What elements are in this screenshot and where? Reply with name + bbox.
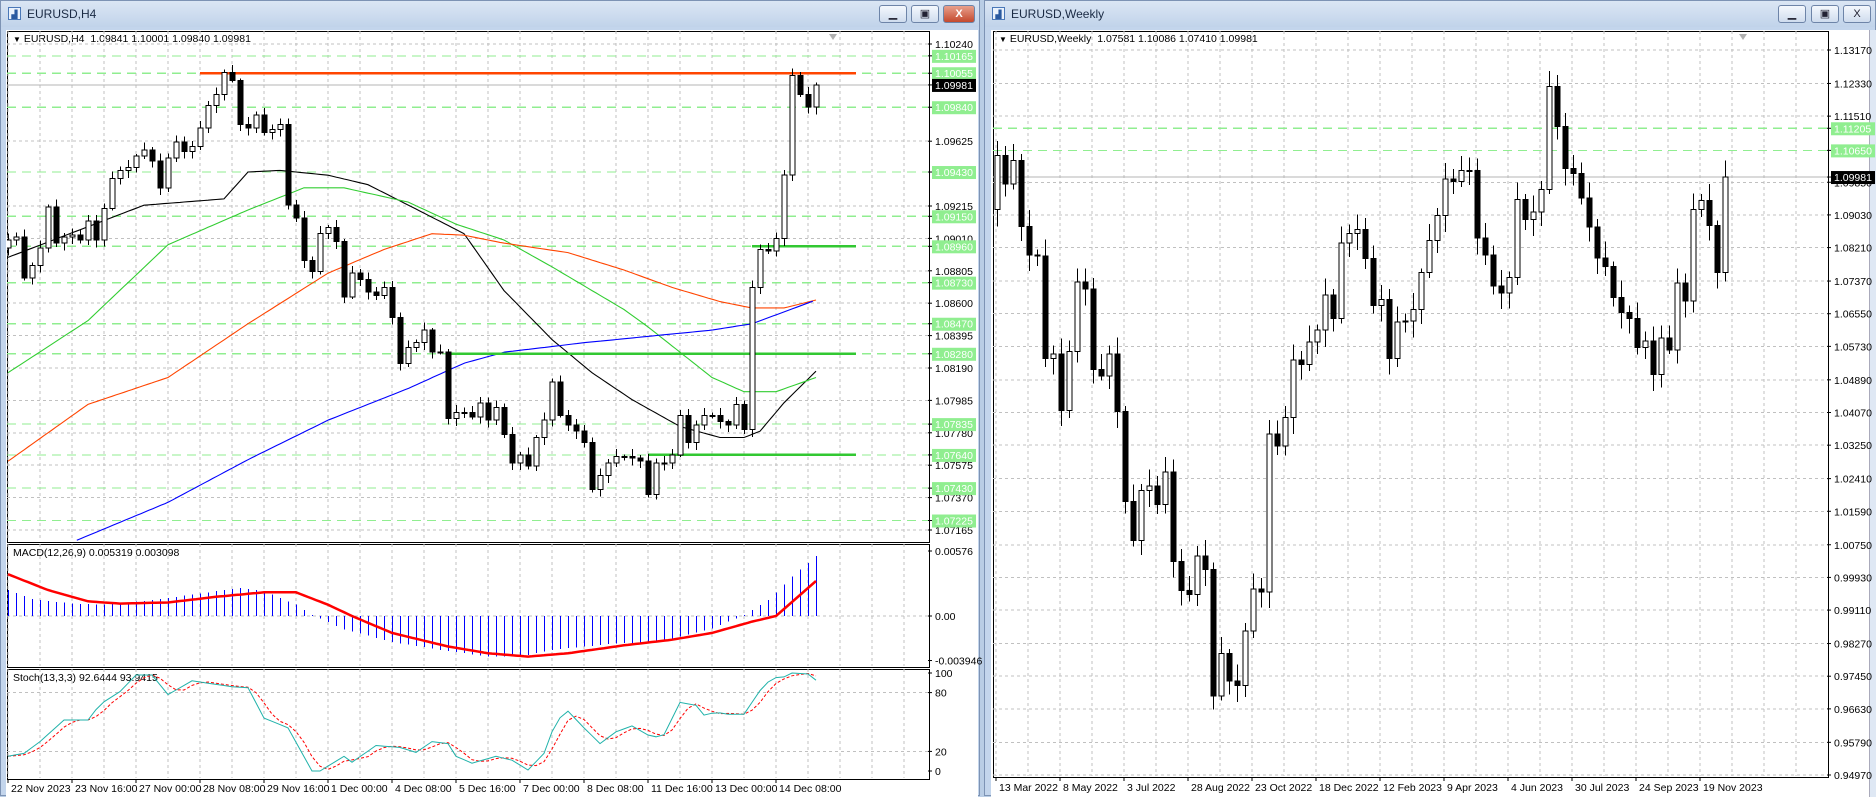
chart-window-icon: ▟ — [992, 7, 1005, 20]
chart-window-icon: ▟ — [8, 7, 21, 20]
h4-chart-window[interactable]: ▟ EURUSD,H4 ▁ ▣ X ▼ EURUSD,H4 1.09841 1.… — [0, 0, 980, 797]
restore-button[interactable]: ▣ — [1811, 5, 1839, 23]
minimize-button[interactable]: ▁ — [1778, 5, 1806, 23]
h4-legend: ▼ EURUSD,H4 1.09841 1.10001 1.09840 1.09… — [13, 33, 251, 45]
h4-symbol: EURUSD,H4 — [23, 33, 85, 45]
restore-button[interactable]: ▣ — [911, 5, 939, 23]
close-button[interactable]: X — [943, 5, 975, 23]
weekly-chart-window[interactable]: ▟ EURUSD,Weekly ▁ ▣ X ▼ EURUSD,Weekly 1.… — [984, 0, 1876, 797]
weekly-symbol: EURUSD,Weekly — [1009, 33, 1092, 45]
weekly-ohlc: 1.07581 1.10086 1.07410 1.09981 — [1097, 33, 1258, 45]
weekly-legend: ▼ EURUSD,Weekly 1.07581 1.10086 1.07410 … — [999, 33, 1258, 45]
weekly-scrollbar[interactable] — [1869, 30, 1876, 797]
weekly-title-bar[interactable]: ▟ EURUSD,Weekly ▁ ▣ X — [985, 1, 1875, 27]
collapse-arrow-icon[interactable]: ▼ — [999, 35, 1007, 44]
weekly-window-title: EURUSD,Weekly — [1011, 7, 1105, 21]
close-button[interactable]: X — [1843, 5, 1871, 23]
macd-legend: MACD(12,26,9) 0.005319 0.003098 — [13, 547, 180, 559]
stoch-legend: Stoch(13,3,3) 92.6444 93.9415 — [13, 672, 158, 684]
minimize-button[interactable]: ▁ — [879, 5, 907, 23]
collapse-arrow-icon[interactable]: ▼ — [13, 35, 21, 44]
stoch-pane[interactable] — [7, 669, 930, 780]
h4-title-bar[interactable]: ▟ EURUSD,H4 ▁ ▣ X — [1, 1, 979, 27]
h4-ohlc: 1.09841 1.10001 1.09840 1.09981 — [90, 33, 251, 45]
h4-price-pane[interactable] — [7, 31, 930, 543]
macd-pane[interactable] — [7, 544, 930, 668]
h4-window-title: EURUSD,H4 — [27, 7, 97, 21]
weekly-price-pane[interactable] — [993, 31, 1829, 778]
